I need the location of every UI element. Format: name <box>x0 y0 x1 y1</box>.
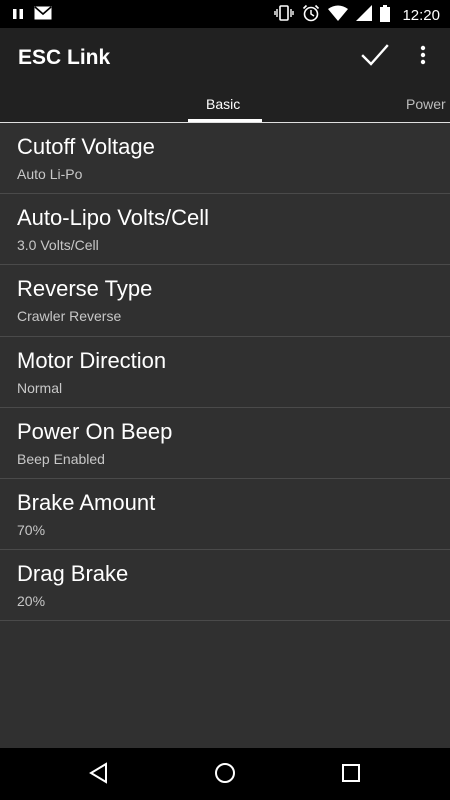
pref-summary: Crawler Reverse <box>17 308 122 325</box>
cellular-icon <box>356 5 373 26</box>
pref-summary: Normal <box>17 379 63 396</box>
pause-icon <box>12 7 24 25</box>
app-actions <box>358 40 440 74</box>
battery-icon <box>380 4 391 27</box>
status-right: 12:20 <box>274 4 440 27</box>
back-icon <box>88 761 108 789</box>
vibrate-icon <box>274 5 295 26</box>
app-bar: ESC Link <box>0 28 450 86</box>
pref-cutoff-voltage[interactable]: Cutoff Voltage Auto Li-Po <box>0 123 450 195</box>
wifi-icon <box>328 5 349 26</box>
recents-icon <box>341 763 361 788</box>
recents-button[interactable] <box>334 758 368 792</box>
pref-title: Drag Brake <box>17 561 129 587</box>
pref-motor-direction[interactable]: Motor Direction Normal <box>0 337 450 408</box>
pref-brake-amount[interactable]: Brake Amount 70% <box>0 479 450 551</box>
pref-title: Motor Direction <box>17 347 167 373</box>
pref-title: Cutoff Voltage <box>17 134 155 159</box>
status-time: 12:20 <box>402 7 440 24</box>
tab-bar: Basic Power <box>0 86 450 122</box>
home-button[interactable] <box>208 758 242 792</box>
pref-title: Power On Beep <box>17 418 173 444</box>
save-check-button[interactable] <box>358 40 392 74</box>
pref-title: Brake Amount <box>17 489 156 515</box>
pref-drag-brake[interactable]: Drag Brake 20% <box>0 550 450 622</box>
pref-summary: 3.0 Volts/Cell <box>17 237 99 254</box>
back-button[interactable] <box>81 758 115 792</box>
pref-power-on-beep[interactable]: Power On Beep Beep Enabled <box>0 408 450 479</box>
home-icon <box>214 762 236 789</box>
check-icon <box>361 43 389 72</box>
overflow-menu-button[interactable] <box>406 40 440 74</box>
alarm-icon <box>302 4 320 27</box>
pref-title: Auto-Lipo Volts/Cell <box>17 205 209 231</box>
pref-reverse-type[interactable]: Reverse Type Crawler Reverse <box>0 265 450 337</box>
tab-basic[interactable]: Basic <box>206 96 240 112</box>
mail-icon <box>34 6 52 25</box>
nav-bar <box>0 748 450 800</box>
pref-summary: Auto Li-Po <box>17 166 83 182</box>
app-title: ESC Link <box>18 46 111 69</box>
pref-title: Reverse Type <box>17 276 153 302</box>
pref-summary: 70% <box>17 521 46 538</box>
status-bar: 12:20 <box>0 0 450 28</box>
preference-list: Cutoff Voltage Auto Li-Po Auto-Lipo Volt… <box>0 123 450 622</box>
tab-power[interactable]: Power <box>406 96 446 112</box>
pref-auto-lipo-volts-cell[interactable]: Auto-Lipo Volts/Cell 3.0 Volts/Cell <box>0 194 450 266</box>
pref-summary: 20% <box>17 593 46 610</box>
more-vert-icon <box>420 45 426 70</box>
status-left <box>12 6 52 25</box>
pref-summary: Beep Enabled <box>17 450 105 467</box>
